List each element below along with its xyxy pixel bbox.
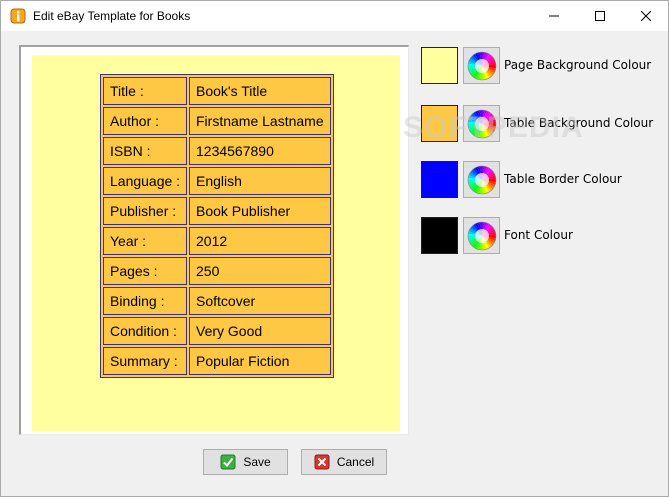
close-icon	[641, 11, 651, 21]
colour-wheel-icon	[467, 221, 496, 250]
table-border-swatch	[421, 161, 458, 198]
minimize-button[interactable]	[531, 1, 577, 31]
table-border-colour-button[interactable]	[463, 161, 500, 198]
table-row: Publisher : Book Publisher	[103, 197, 331, 225]
table-row: Condition : Very Good	[103, 317, 331, 345]
field-value: 1234567890	[189, 137, 331, 165]
table-row: Title : Book's Title	[103, 77, 331, 105]
field-label: Condition :	[103, 317, 187, 345]
colour-wheel-icon	[467, 51, 496, 80]
save-button[interactable]: Save	[203, 449, 288, 475]
table-row: Pages :250	[103, 257, 331, 285]
field-value: Book's Title	[189, 77, 331, 105]
save-button-label: Save	[243, 455, 271, 469]
maximize-icon	[595, 11, 605, 21]
colour-wheel-icon	[467, 165, 496, 194]
font-colour-swatch	[421, 217, 458, 254]
template-preview[interactable]: Title : Book's Title Author : Firstname Las…	[19, 45, 409, 435]
close-button[interactable]	[623, 1, 669, 31]
title-bar[interactable]: Edit eBay Template for Books	[1, 1, 668, 31]
cancel-button-label: Cancel	[336, 455, 375, 469]
table-row: Language : English	[103, 167, 331, 195]
font-colour-button[interactable]	[463, 217, 500, 254]
softpedia-watermark: SOFTPEDIA	[403, 111, 584, 144]
field-value: Very Good	[189, 317, 331, 345]
cancel-x-icon	[314, 454, 330, 470]
maximize-button[interactable]	[577, 1, 623, 31]
window-title: Edit eBay Template for Books	[33, 9, 191, 23]
table-row: Summary : Popular Fiction	[103, 347, 331, 375]
field-label: Author :	[103, 107, 187, 135]
page-background-colour-button[interactable]	[463, 47, 500, 84]
minimize-icon	[549, 15, 559, 17]
cancel-button[interactable]: Cancel	[301, 449, 387, 475]
field-value: 2012	[189, 227, 331, 255]
book-details-table: Title : Book's Title Author : Firstname Las…	[100, 74, 334, 378]
field-label: Publisher :	[103, 197, 187, 225]
field-value: Firstname Lastname	[189, 107, 331, 135]
table-row: Author : Firstname Lastname	[103, 107, 331, 135]
field-label: ISBN :	[103, 137, 187, 165]
field-value: Book Publisher	[189, 197, 331, 225]
field-label: Binding :	[103, 287, 187, 315]
page-background-label: Page Background Colour	[504, 58, 652, 72]
field-label: Pages :	[103, 257, 187, 285]
field-label: Summary :	[103, 347, 187, 375]
dialog-window: Edit eBay Template for Books Title : Book…	[0, 0, 669, 497]
table-row: Year :2012	[103, 227, 331, 255]
field-label: Title :	[103, 77, 187, 105]
field-label: Language :	[103, 167, 187, 195]
preview-page-background: Title : Book's Title Author : Firstname Las…	[32, 55, 400, 431]
field-label: Year :	[103, 227, 187, 255]
page-background-swatch	[421, 47, 458, 84]
table-row: Binding : Softcover	[103, 287, 331, 315]
app-icon	[10, 8, 26, 24]
field-value: Softcover	[189, 287, 331, 315]
checkmark-icon	[220, 454, 236, 470]
field-value: Popular Fiction	[189, 347, 331, 375]
field-value: English	[189, 167, 331, 195]
table-border-label: Table Border Colour	[504, 172, 622, 186]
table-row: ISBN :1234567890	[103, 137, 331, 165]
font-colour-label: Font Colour	[504, 228, 573, 242]
field-value: 250	[189, 257, 331, 285]
